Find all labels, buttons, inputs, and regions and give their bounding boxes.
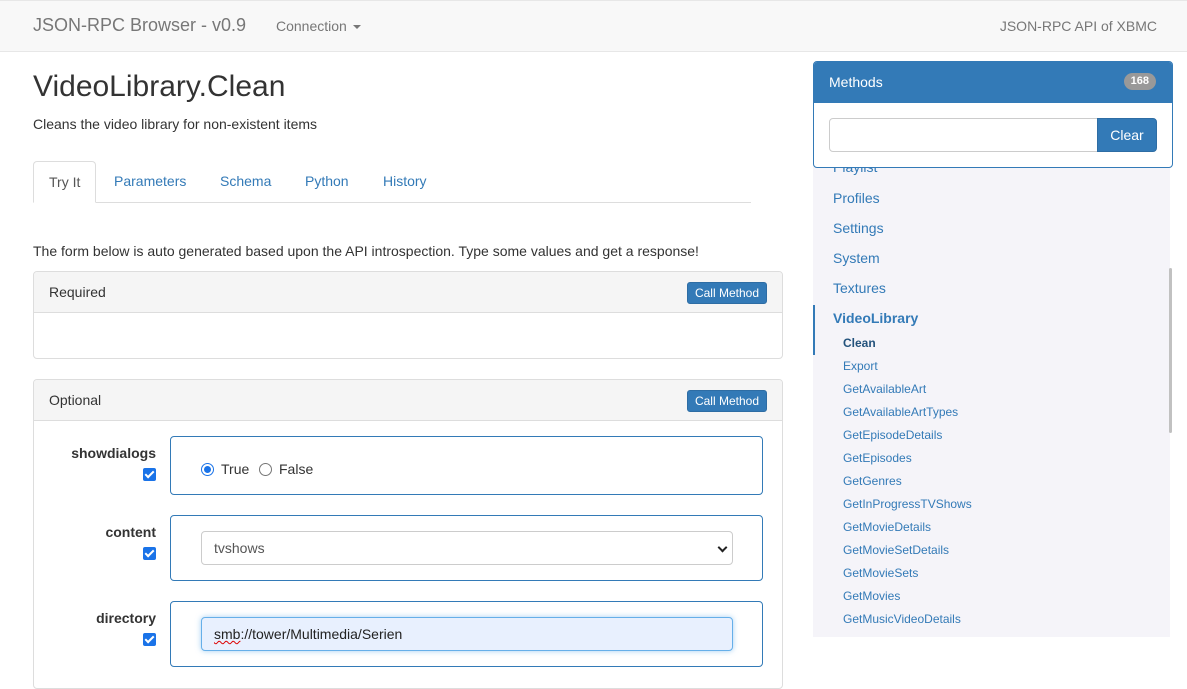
optional-panel-title: Optional: [49, 392, 102, 408]
sidebar-method-getmoviesets[interactable]: GetMovieSets: [843, 566, 918, 580]
showdialogs-false-radio[interactable]: [259, 463, 272, 476]
methods-panel-heading: Methods 168: [814, 62, 1172, 103]
param-label-content: content: [105, 524, 156, 540]
directory-input-scheme: smb: [214, 626, 241, 642]
caret-down-icon: [352, 25, 361, 30]
sidebar-method-getepisodes[interactable]: GetEpisodes: [843, 451, 912, 465]
optional-panel: Optional Call Method showdialogs True Fa…: [33, 379, 783, 689]
methods-count-badge: 168: [1123, 73, 1156, 90]
sidebar-method-getmusicvideodetails[interactable]: GetMusicVideoDetails: [843, 612, 961, 626]
showdialogs-true-label: True: [221, 461, 250, 477]
required-panel: Required Call Method: [33, 271, 783, 359]
param-label-showdialogs: showdialogs: [71, 445, 156, 461]
showdialogs-false-label: False: [279, 461, 314, 477]
sidebar-item-settings[interactable]: Settings: [833, 220, 884, 236]
sidebar-item-profiles[interactable]: Profiles: [833, 190, 880, 206]
method-tabs: Try It Parameters Schema Python History: [33, 161, 751, 203]
top-navbar: JSON-RPC Browser - v0.9 Connection JSON-…: [0, 0, 1187, 52]
sidebar-method-getavailablearttypes[interactable]: GetAvailableArtTypes: [843, 405, 958, 419]
content-select-value: tvshows: [214, 540, 265, 556]
showdialogs-true-radio[interactable]: [201, 463, 214, 476]
required-panel-title: Required: [49, 284, 106, 300]
content-field: tvshows: [170, 515, 763, 581]
directory-enable-checkbox[interactable]: [143, 633, 156, 646]
tab-parameters[interactable]: Parameters: [99, 161, 201, 203]
sidebar-method-getmovies[interactable]: GetMovies: [843, 589, 900, 603]
sidebar-method-clean[interactable]: Clean: [843, 336, 876, 350]
showdialogs-enable-checkbox[interactable]: [143, 468, 156, 481]
tab-try-it[interactable]: Try It: [33, 161, 97, 203]
showdialogs-field: True False: [170, 436, 763, 495]
sidebar-method-export[interactable]: Export: [843, 359, 878, 373]
sidebar-scrollbar[interactable]: [1169, 268, 1172, 433]
directory-field: smb://tower/Multimedia/Serien: [170, 601, 763, 667]
methods-search-input[interactable]: [829, 118, 1098, 152]
tab-history[interactable]: History: [368, 161, 442, 203]
tab-schema[interactable]: Schema: [205, 161, 286, 203]
brand-title[interactable]: JSON-RPC Browser - v0.9: [33, 15, 246, 36]
directory-input[interactable]: smb://tower/Multimedia/Serien: [201, 617, 733, 651]
sidebar-item-videolibrary[interactable]: VideoLibrary: [833, 310, 918, 326]
sidebar-method-getepisodedetails[interactable]: GetEpisodeDetails: [843, 428, 942, 442]
chevron-down-icon: [717, 542, 728, 553]
connection-label: Connection: [276, 18, 347, 34]
optional-panel-heading: Optional Call Method: [34, 380, 782, 421]
optional-call-method-button[interactable]: Call Method: [686, 390, 767, 412]
methods-panel: Methods 168 Clear: [813, 61, 1173, 168]
tab-python[interactable]: Python: [290, 161, 364, 203]
sidebar-item-system[interactable]: System: [833, 250, 880, 266]
sidebar-item-textures[interactable]: Textures: [833, 280, 886, 296]
connection-dropdown[interactable]: Connection: [276, 18, 361, 34]
sidebar-method-getmoviesetdetails[interactable]: GetMovieSetDetails: [843, 543, 949, 557]
sidebar-method-getgenres[interactable]: GetGenres: [843, 474, 902, 488]
sidebar-method-getmoviedetails[interactable]: GetMovieDetails: [843, 520, 931, 534]
sidebar-method-getavailableart[interactable]: GetAvailableArt: [843, 382, 926, 396]
required-call-method-button[interactable]: Call Method: [686, 282, 767, 304]
directory-input-path: ://tower/Multimedia/Serien: [240, 626, 403, 642]
api-title-link[interactable]: JSON-RPC API of XBMC: [1000, 18, 1157, 34]
active-namespace-indicator: [813, 305, 815, 355]
content-select[interactable]: tvshows: [201, 531, 733, 565]
methods-title: Methods: [829, 74, 883, 90]
page-description: Cleans the video library for non-existen…: [33, 116, 318, 132]
clear-button[interactable]: Clear: [1097, 118, 1157, 152]
methods-sidebar-list[interactable]: Playlist Profiles Settings System Textur…: [813, 150, 1170, 637]
param-label-directory: directory: [96, 610, 156, 626]
page-title: VideoLibrary.Clean: [33, 70, 286, 103]
required-panel-heading: Required Call Method: [34, 272, 782, 313]
sidebar-method-getinprogresstvshows[interactable]: GetInProgressTVShows: [843, 497, 972, 511]
content-enable-checkbox[interactable]: [143, 547, 156, 560]
form-intro-text: The form below is auto generated based u…: [33, 243, 699, 259]
